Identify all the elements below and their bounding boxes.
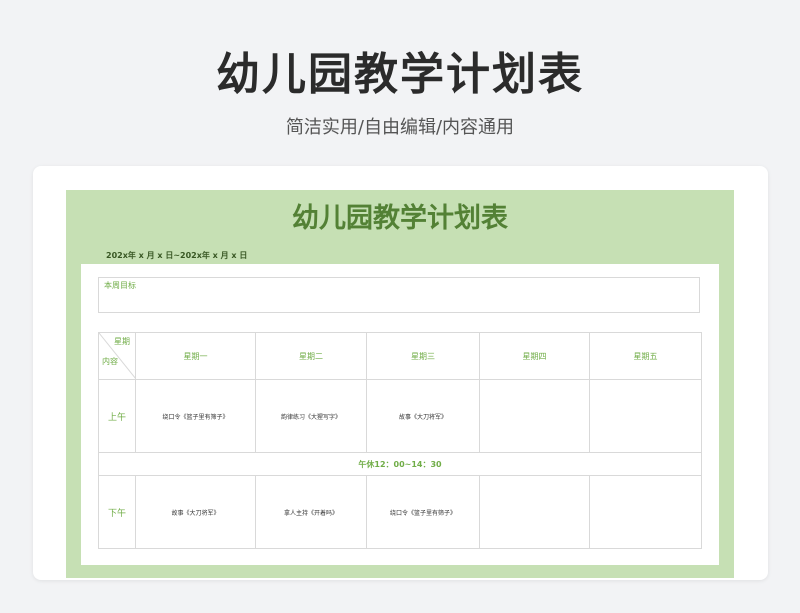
- day-header-fri: 星期五: [589, 332, 702, 380]
- morning-cell-fri[interactable]: [589, 379, 702, 453]
- morning-row: 上午 绕口令《篮子里有筛子》 韵律练习《大猩写字》 故事《大刀将军》: [98, 379, 702, 453]
- page-title: 幼儿园教学计划表: [216, 49, 584, 100]
- day-header-thu: 星期四: [479, 332, 590, 380]
- weekly-goal-label: 本周目标: [104, 281, 136, 290]
- afternoon-cell-wed[interactable]: 绕口令《篮子里有筛子》: [366, 475, 480, 549]
- break-text: 午休12：00~14：30: [98, 452, 702, 476]
- corner-cell: 星期 内容: [98, 332, 136, 380]
- day-header-wed: 星期三: [366, 332, 480, 380]
- break-row: 午休12：00~14：30: [98, 452, 702, 476]
- morning-cell-mon[interactable]: 绕口令《篮子里有筛子》: [135, 379, 256, 453]
- header-row: 星期 内容 星期一 星期二 星期三 星期四 星期五: [98, 332, 702, 380]
- afternoon-cell-mon[interactable]: 故事《大刀将军》: [135, 475, 256, 549]
- day-header-mon: 星期一: [135, 332, 256, 380]
- afternoon-cell-fri[interactable]: [589, 475, 702, 549]
- corner-weekday-label: 星期: [114, 337, 130, 346]
- page-subtitle: 简洁实用/自由编辑/内容通用: [285, 117, 515, 138]
- afternoon-row: 下午 故事《大刀将军》 拿人主持《开着吗》 绕口令《篮子里有筛子》: [98, 475, 702, 549]
- morning-cell-wed[interactable]: 故事《大刀将军》: [366, 379, 480, 453]
- schedule-table: 星期 内容 星期一 星期二 星期三 星期四 星期五 上午 绕口令《篮子里有筛子》…: [98, 332, 702, 549]
- morning-cell-tue[interactable]: 韵律练习《大猩写字》: [255, 379, 367, 453]
- weekly-goal-box[interactable]: 本周目标: [98, 277, 700, 313]
- sheet-title: 幼儿园教学计划表: [292, 203, 508, 234]
- afternoon-cell-tue[interactable]: 拿人主持《开着吗》: [255, 475, 367, 549]
- morning-label: 上午: [98, 379, 136, 453]
- afternoon-cell-thu[interactable]: [479, 475, 590, 549]
- morning-cell-thu[interactable]: [479, 379, 590, 453]
- date-range: 202x年 x 月 x 日~202x年 x 月 x 日: [106, 251, 248, 260]
- afternoon-label: 下午: [98, 475, 136, 549]
- corner-content-label: 内容: [102, 357, 118, 366]
- day-header-tue: 星期二: [255, 332, 367, 380]
